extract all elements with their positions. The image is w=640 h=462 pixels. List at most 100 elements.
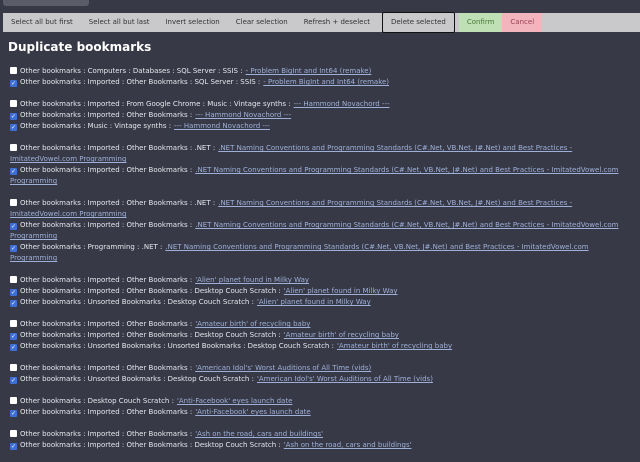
bookmark-link[interactable]: 'Ash on the road, cars and buildings' [284, 441, 412, 449]
select-checkbox[interactable]: ✓ [10, 223, 17, 230]
select-checkbox[interactable] [10, 320, 17, 327]
select-all-but-first-button[interactable]: Select all but first [3, 13, 81, 32]
delete-selected-button[interactable]: Delete selected [382, 12, 455, 33]
cancel-button[interactable]: Cancel [502, 13, 543, 32]
bookmark-path: Other bookmarks : Imported : Other Bookm… [20, 78, 261, 86]
clear-selection-button[interactable]: Clear selection [228, 13, 296, 32]
list-item: ✓ Other bookmarks : Unsorted Bookmarks : … [10, 374, 636, 385]
bookmark-path: Other bookmarks : Imported : Other Bookm… [20, 276, 193, 284]
list-item: Other bookmarks : Imported : From Google… [10, 99, 636, 110]
duplicate-group: Other bookmarks : Imported : Other Bookm… [10, 198, 636, 264]
bookmark-link[interactable]: 'Anti-Facebook' eyes launch date [177, 397, 292, 405]
bookmark-path: Other bookmarks : Imported : Other Bookm… [20, 221, 193, 229]
bookmark-path: Other bookmarks : Unsorted Bookmarks : D… [20, 375, 254, 383]
list-item: ✓ Other bookmarks : Imported : Other Book… [10, 110, 636, 121]
list-item: ✓ Other bookmarks : Imported : Other Book… [10, 77, 636, 88]
select-checkbox[interactable] [10, 100, 17, 107]
select-checkbox[interactable]: ✓ [10, 443, 17, 450]
bookmark-link[interactable]: --- Hammond Novachord --- [174, 122, 270, 130]
list-item: Other bookmarks : Imported : Other Bookm… [10, 429, 636, 440]
bookmark-path: Other bookmarks : Imported : Other Bookm… [20, 441, 281, 449]
bookmark-path: Other bookmarks : Desktop Couch Scratch … [20, 397, 174, 405]
select-checkbox[interactable] [10, 397, 17, 404]
bookmark-link[interactable]: - Problem BigInt and Int64 (remake) [246, 67, 372, 75]
list-item: ✓ Other bookmarks : Imported : Other Book… [10, 286, 636, 297]
select-checkbox[interactable] [10, 276, 17, 283]
bookmark-link[interactable]: --- Hammond Novachord --- [294, 100, 390, 108]
select-checkbox[interactable] [10, 67, 17, 74]
refresh-deselect-button[interactable]: Refresh + deselect [296, 13, 378, 32]
duplicate-list: Other bookmarks : Computers : Databases … [10, 66, 636, 462]
duplicate-group: Other bookmarks : Desktop Couch Scratch … [10, 396, 636, 418]
bookmark-path: Other bookmarks : Imported : Other Bookm… [20, 287, 281, 295]
bookmark-path: Other bookmarks : Programming : .NET : [20, 243, 163, 251]
bookmark-path: Other bookmarks : Imported : Other Bookm… [20, 331, 281, 339]
list-item: ✓ Other bookmarks : Imported : Other Book… [10, 165, 636, 187]
page-title: Duplicate bookmarks [8, 40, 152, 54]
duplicate-group: Other bookmarks : Computers : Databases … [10, 66, 636, 88]
list-item: Other bookmarks : Imported : Other Bookm… [10, 275, 636, 286]
bookmark-link[interactable]: 'Alien' planet found in Milky Way [257, 298, 371, 306]
bookmark-path: Other bookmarks : Computers : Databases … [20, 67, 243, 75]
list-item: Other bookmarks : Imported : Other Bookm… [10, 363, 636, 374]
list-item: Other bookmarks : Imported : Other Bookm… [10, 319, 636, 330]
select-checkbox[interactable] [10, 364, 17, 371]
list-item: ✓ Other bookmarks : Unsorted Bookmarks : … [10, 341, 636, 352]
list-item: ✓ Other bookmarks : Imported : Other Book… [10, 330, 636, 341]
list-item: Other bookmarks : Imported : Other Bookm… [10, 143, 636, 165]
bookmark-link[interactable]: 'Amateur birth' of recycling baby [337, 342, 452, 350]
bookmark-link[interactable]: 'Alien' planet found in Milky Way [195, 276, 309, 284]
list-item: Other bookmarks : Imported : Other Bookm… [10, 198, 636, 220]
bookmark-path: Other bookmarks : Music : Vintage synths… [20, 122, 172, 130]
bookmark-link[interactable]: 'Anti-Facebook' eyes launch date [195, 408, 310, 416]
list-item: ✓ Other bookmarks : Music : Vintage synth… [10, 121, 636, 132]
bookmark-link[interactable]: 'Amateur birth' of recycling baby [195, 320, 310, 328]
select-checkbox[interactable] [10, 199, 17, 206]
select-all-but-last-button[interactable]: Select all but last [81, 13, 158, 32]
list-item: ✓ Other bookmarks : Imported : Other Book… [10, 220, 636, 242]
select-checkbox[interactable]: ✓ [10, 344, 17, 351]
select-checkbox[interactable]: ✓ [10, 289, 17, 296]
bookmark-path: Other bookmarks : Imported : Other Bookm… [20, 199, 216, 207]
bookmark-link[interactable]: 'American Idol's' Worst Auditions of All… [195, 364, 371, 372]
duplicate-group: Other bookmarks : Imported : Other Bookm… [10, 143, 636, 187]
duplicate-group: Other bookmarks : Imported : Other Bookm… [10, 319, 636, 352]
select-checkbox[interactable] [10, 144, 17, 151]
bookmark-link[interactable]: - Problem BigInt and Int64 (remake) [263, 78, 389, 86]
invert-selection-button[interactable]: Invert selection [157, 13, 227, 32]
select-checkbox[interactable]: ✓ [10, 300, 17, 307]
select-checkbox[interactable]: ✓ [10, 333, 17, 340]
list-item: ✓ Other bookmarks : Unsorted Bookmarks : … [10, 297, 636, 308]
select-checkbox[interactable] [10, 430, 17, 437]
bookmark-path: Other bookmarks : Imported : From Google… [20, 100, 291, 108]
list-item: Other bookmarks : Computers : Databases … [10, 66, 636, 77]
bookmark-path: Other bookmarks : Imported : Other Bookm… [20, 408, 193, 416]
bookmark-path: Other bookmarks : Imported : Other Bookm… [20, 111, 193, 119]
bookmark-path: Other bookmarks : Imported : Other Bookm… [20, 430, 193, 438]
duplicate-group: Other bookmarks : Imported : Other Bookm… [10, 363, 636, 385]
toolbar: Select all but first Select all but last… [3, 12, 640, 33]
duplicate-group: Other bookmarks : Imported : From Google… [10, 99, 636, 132]
bookmark-link[interactable]: 'Amateur birth' of recycling baby [284, 331, 399, 339]
bookmark-link[interactable]: 'Ash on the road, cars and buildings' [195, 430, 323, 438]
select-checkbox[interactable]: ✓ [10, 168, 17, 175]
bookmark-link[interactable]: 'Alien' planet found in Milky Way [284, 287, 398, 295]
bookmark-link[interactable]: 'American Idol's' Worst Auditions of All… [257, 375, 433, 383]
select-checkbox[interactable]: ✓ [10, 124, 17, 131]
bookmark-path: Other bookmarks : Imported : Other Bookm… [20, 144, 216, 152]
select-checkbox[interactable]: ✓ [10, 410, 17, 417]
browser-tab[interactable] [3, 0, 89, 6]
select-checkbox[interactable]: ✓ [10, 377, 17, 384]
duplicate-group: Other bookmarks : Imported : Other Bookm… [10, 275, 636, 308]
bookmark-link[interactable]: --- Hammond Novachord --- [195, 111, 291, 119]
bookmark-path: Other bookmarks : Imported : Other Bookm… [20, 364, 193, 372]
list-item: Other bookmarks : Desktop Couch Scratch … [10, 396, 636, 407]
list-item: ✓ Other bookmarks : Imported : Other Book… [10, 440, 636, 451]
bookmark-path: Other bookmarks : Imported : Other Bookm… [20, 166, 193, 174]
select-checkbox[interactable]: ✓ [10, 80, 17, 87]
confirm-button[interactable]: Confirm [458, 13, 503, 32]
select-checkbox[interactable]: ✓ [10, 113, 17, 120]
select-checkbox[interactable]: ✓ [10, 245, 17, 252]
bookmark-path: Other bookmarks : Imported : Other Bookm… [20, 320, 193, 328]
list-item: ✓ Other bookmarks : Imported : Other Book… [10, 407, 636, 418]
